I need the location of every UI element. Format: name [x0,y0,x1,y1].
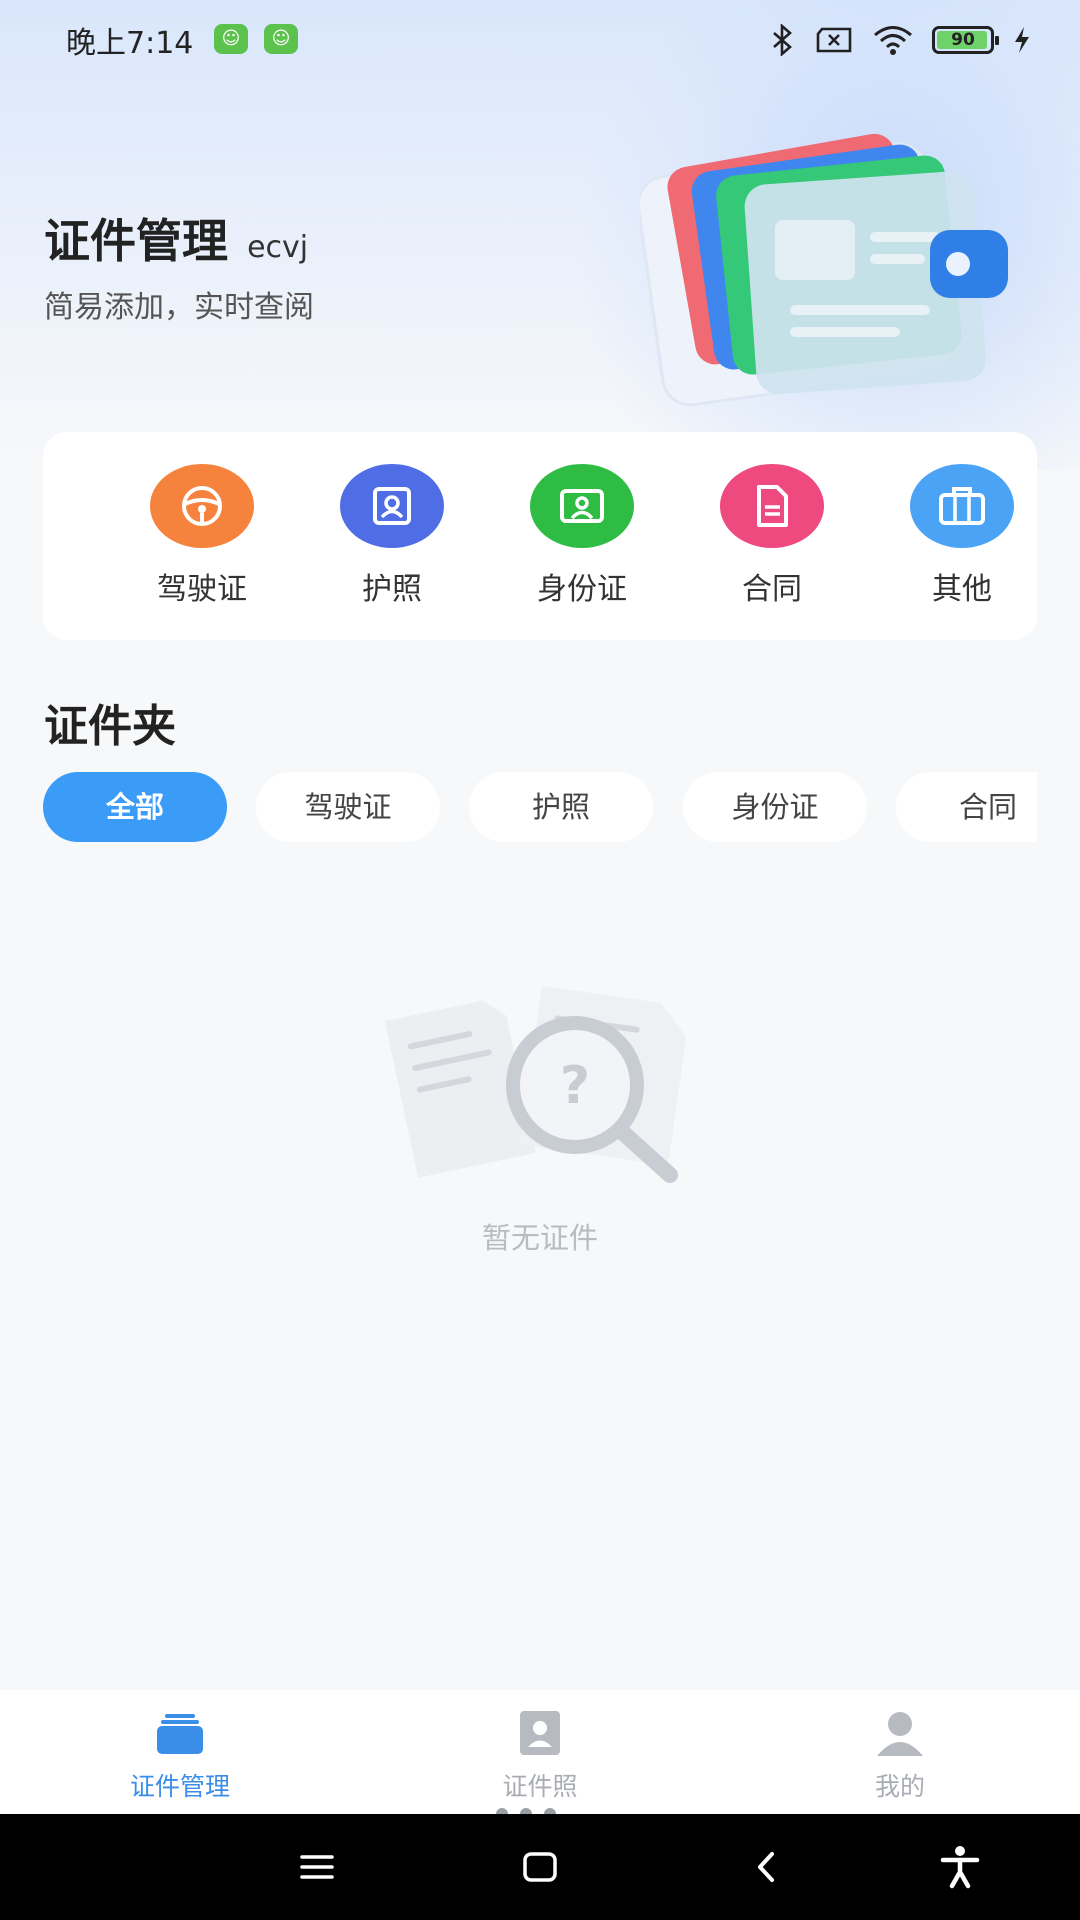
battery-level: 90 [951,30,975,50]
quick-add-driver-license[interactable]: 驾驶证 [107,464,297,614]
tab-label: 证件管理 [129,1772,230,1801]
quick-add-id-card[interactable]: 身份证 [487,464,677,614]
status-time: 晚上7:14 [66,26,194,61]
app-notification-icon: ☺ [264,24,298,54]
quick-icon-circle [530,464,634,548]
app-notification-icon: ☺ [214,24,248,54]
filter-chip-id-card[interactable]: 身份证 [683,772,867,842]
wallet-illustration [640,133,1008,407]
page-title: 证件管理 [44,214,228,268]
home-icon[interactable] [515,1842,565,1892]
sim-off-icon [816,27,852,53]
card-stack-icon [157,1714,203,1754]
document-icon [757,485,788,527]
filter-chip-all[interactable]: 全部 [43,772,227,842]
quick-add-label: 驾驶证 [157,572,247,607]
charging-icon [1015,27,1029,53]
folder-section-title: 证件夹 [44,701,176,752]
quick-icon-circle [150,464,254,548]
quick-add-passport[interactable]: 护照 [297,464,487,614]
filter-chip-driver-license[interactable]: 驾驶证 [256,772,440,842]
tab-id-photo[interactable]: 证件照 [360,1690,720,1814]
id-card-icon [560,489,604,523]
menu-icon[interactable] [292,1842,342,1892]
tab-label: 证件照 [502,1772,578,1801]
photo-id-icon [520,1711,560,1755]
briefcase-icon [939,487,985,525]
quick-icon-circle [340,464,444,548]
filter-chips: 全部 驾驶证 护照 身份证 合同 [43,772,1037,844]
quick-add-contract[interactable]: 合同 [677,464,867,614]
filter-chip-passport[interactable]: 护照 [469,772,653,842]
bottom-tab-bar: 证件管理 证件照 我的 [0,1690,1080,1814]
empty-state-illustration: ? [384,986,687,1183]
quick-add-label: 身份证 [537,572,627,607]
steering-wheel-icon [182,486,222,526]
quick-add-label: 合同 [742,572,802,607]
bluetooth-icon [773,24,792,56]
battery-icon: 90 [932,26,999,54]
filter-chip-contract[interactable]: 合同 [896,772,1037,842]
page-title-suffix: ecvj [247,230,309,265]
portrait-icon [373,487,411,525]
svg-text:?: ? [560,1056,590,1116]
quick-add-label: 其他 [932,572,992,607]
quick-icon-circle [910,464,1014,548]
wifi-icon [874,26,912,55]
page-title-group: 证件管理 ecvj [44,205,308,271]
page-subtitle: 简易添加，实时查阅 [44,290,314,325]
quick-add-other[interactable]: 其他 [867,464,1057,614]
user-icon [877,1712,923,1756]
quick-icon-circle [720,464,824,548]
quick-add-label: 护照 [362,572,422,607]
quick-add-card: 驾驶证 护照 身份证 合同 其他 [43,432,1037,640]
status-bar: 晚上7:14 ☺ ☺ 90 [0,0,1080,78]
back-icon[interactable] [742,1842,792,1892]
tab-certificate-management[interactable]: 证件管理 [0,1690,360,1814]
tab-label: 我的 [874,1772,925,1801]
accessibility-icon[interactable] [935,1842,985,1892]
system-navigation-bar [0,1814,1080,1920]
tab-mine[interactable]: 我的 [720,1690,1080,1814]
empty-state-text: 暂无证件 [481,1221,598,1255]
